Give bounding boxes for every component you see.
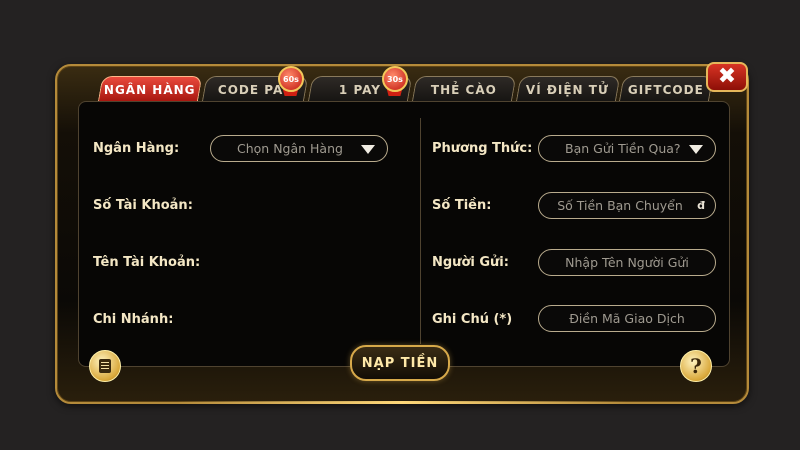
- bank-label: Ngân Hàng:: [93, 141, 180, 156]
- tab-label: NGÂN HÀNG: [104, 83, 196, 97]
- branch-label: Chi Nhánh:: [93, 312, 174, 327]
- tab-label: GIFTCODE: [627, 83, 704, 97]
- note-input[interactable]: Điền Mã Giao Dịch: [538, 305, 716, 332]
- amount-label: Số Tiền:: [432, 198, 492, 213]
- help-icon: ?: [690, 354, 702, 378]
- close-icon: ✖: [717, 64, 737, 89]
- column-divider: [420, 118, 421, 344]
- method-label: Phương Thức:: [432, 141, 533, 156]
- sender-input[interactable]: Nhập Tên Người Gửi: [538, 249, 716, 276]
- notes-icon: [99, 359, 111, 373]
- note-placeholder: Điền Mã Giao Dịch: [569, 311, 685, 326]
- sender-placeholder: Nhập Tên Người Gửi: [565, 255, 689, 270]
- deposit-button[interactable]: NẠP TIỀN: [350, 345, 450, 381]
- tab-label: THẺ CÀO: [430, 83, 497, 97]
- amount-input[interactable]: Số Tiền Bạn Chuyển đ: [538, 192, 716, 219]
- notes-button[interactable]: [89, 350, 121, 382]
- method-select[interactable]: Bạn Gửi Tiền Qua?: [538, 135, 716, 162]
- tab-label: 1 PAY: [338, 83, 381, 97]
- currency-symbol: đ: [697, 199, 705, 212]
- tab-the-cao[interactable]: THẺ CÀO: [411, 76, 517, 103]
- method-select-value: Bạn Gửi Tiền Qua?: [565, 141, 681, 156]
- tab-giftcode[interactable]: GIFTCODE: [618, 76, 714, 103]
- amount-placeholder: Số Tiền Bạn Chuyển: [557, 198, 683, 213]
- caret-down-icon: [689, 145, 703, 154]
- tab-vi-dien-tu[interactable]: VÍ ĐIỆN TỬ: [515, 76, 621, 103]
- sender-label: Người Gửi:: [432, 255, 509, 270]
- bank-select-value: Chọn Ngân Hàng: [237, 141, 343, 156]
- tab-label: VÍ ĐIỆN TỬ: [526, 83, 610, 97]
- account-name-label: Tên Tài Khoản:: [93, 255, 201, 270]
- badge-text: 30s: [382, 66, 408, 92]
- tab-ngan-hang[interactable]: NGÂN HÀNG: [97, 76, 203, 103]
- badge-text: 60s: [278, 66, 304, 92]
- bank-select[interactable]: Chọn Ngân Hàng: [210, 135, 388, 162]
- help-button[interactable]: ?: [680, 350, 712, 382]
- account-number-label: Số Tài Khoản:: [93, 198, 193, 213]
- caret-down-icon: [361, 145, 375, 154]
- note-label: Ghi Chú (*): [432, 312, 513, 327]
- timer-badge-code-pay: 60s: [278, 66, 304, 96]
- timer-badge-1-pay: 30s: [382, 66, 408, 96]
- close-button[interactable]: ✖: [706, 62, 748, 92]
